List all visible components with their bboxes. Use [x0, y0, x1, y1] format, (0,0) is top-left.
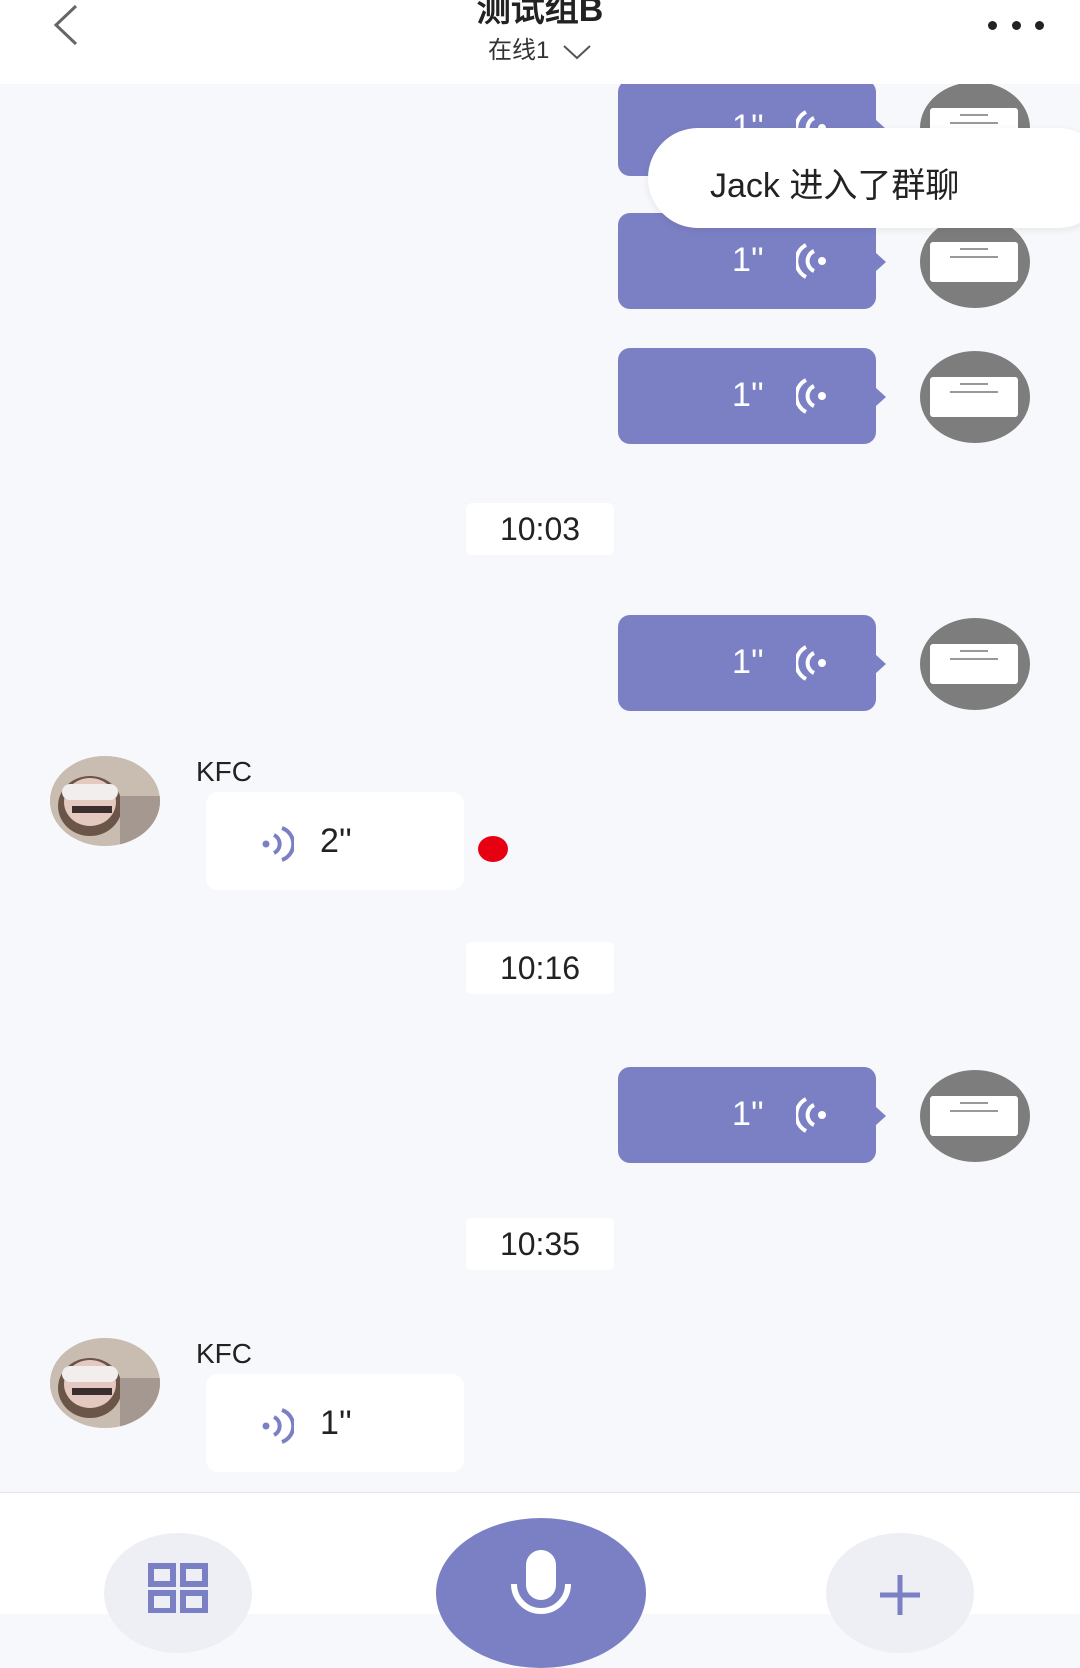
more-actions-button[interactable] [826, 1533, 974, 1653]
grid-button[interactable] [104, 1533, 252, 1653]
voice-message-incoming[interactable]: 1'' [206, 1374, 464, 1472]
more-dots-icon [988, 20, 997, 30]
voice-duration: 1'' [732, 643, 764, 681]
sender-name: KFC [196, 1338, 252, 1369]
voice-wave-icon [262, 1408, 294, 1444]
voice-message-outgoing[interactable]: 1'' [618, 348, 886, 444]
voice-duration: 1'' [320, 1404, 352, 1442]
record-voice-button[interactable] [436, 1518, 646, 1668]
avatar-kfc[interactable] [50, 1338, 160, 1428]
toast-text: Jack 进入了群聊 [710, 167, 960, 205]
microphone-icon [511, 1550, 571, 1614]
chat-header: 测试组B 在线1 [0, 0, 1080, 84]
voice-duration: 1'' [732, 241, 764, 279]
sender-name: KFC [196, 756, 252, 787]
voice-duration: 1'' [732, 376, 764, 414]
voice-message-incoming[interactable]: 2'' [206, 792, 464, 890]
voice-wave-icon [796, 243, 826, 279]
voice-duration: 1'' [732, 1095, 764, 1133]
input-toolbar [0, 1492, 1080, 1668]
message-list[interactable]: 1'' 1'' Jack 进入了群聊 1'' 10:03 1'' KFC 2'' [0, 84, 1080, 1492]
avatar[interactable] [920, 618, 1030, 710]
timestamp: 10:35 [466, 1218, 614, 1270]
avatar[interactable] [920, 351, 1030, 443]
voice-duration: 2'' [320, 822, 352, 860]
online-status-label: 在线1 [487, 37, 550, 64]
avatar[interactable] [920, 1070, 1030, 1162]
avatar-photo [50, 756, 160, 846]
chat-title: 测试组B [476, 0, 604, 29]
avatar-kfc[interactable] [50, 756, 160, 846]
unread-dot [478, 836, 508, 862]
timestamp: 10:03 [466, 503, 614, 555]
timestamp: 10:16 [466, 942, 614, 994]
voice-message-outgoing[interactable]: 1'' [618, 1067, 886, 1163]
plus-icon [880, 1575, 920, 1615]
voice-message-outgoing[interactable]: 1'' [618, 615, 886, 711]
avatar[interactable] [920, 216, 1030, 308]
online-status[interactable]: 在线1 [0, 30, 1080, 65]
grid-icon [148, 1563, 208, 1613]
system-toast: Jack 进入了群聊 [648, 128, 1080, 228]
voice-wave-icon [796, 1097, 826, 1133]
voice-wave-icon [796, 645, 826, 681]
chevron-down-icon [563, 44, 591, 60]
more-button[interactable] [988, 18, 1044, 32]
voice-wave-icon [796, 378, 826, 414]
avatar-photo [50, 1338, 160, 1428]
voice-wave-icon [262, 826, 294, 862]
